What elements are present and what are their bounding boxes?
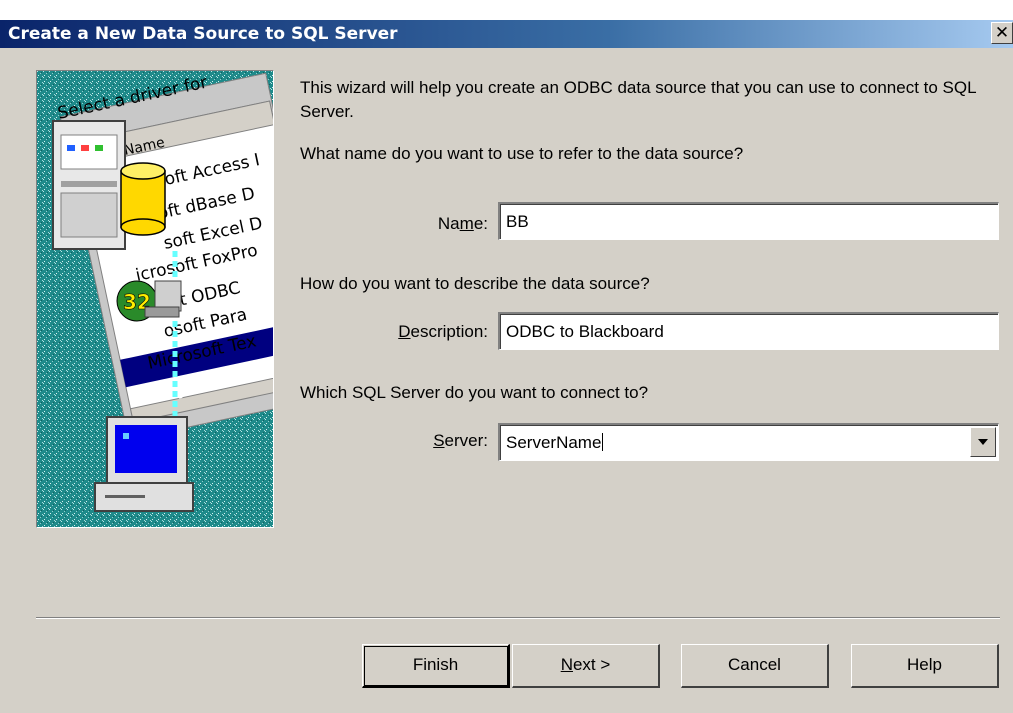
odbc32-icon: 32 — [116, 280, 182, 322]
server-label: Server: — [433, 431, 488, 450]
background-page-strip — [0, 0, 1013, 20]
name-question: What name do you want to use to refer to… — [300, 144, 744, 163]
server-combobox[interactable]: ServerName — [498, 423, 999, 461]
client-computer-icon — [94, 416, 194, 512]
divider — [36, 617, 1000, 619]
wizard-illustration: Select a driver for Name osoft Access I … — [36, 70, 274, 528]
server-question: Which SQL Server do you want to connect … — [300, 383, 649, 402]
description-question: How do you want to describe the data sou… — [300, 274, 650, 293]
description-label: Description: — [398, 322, 488, 341]
description-field[interactable]: ODBC to Blackboard — [498, 312, 999, 350]
close-button[interactable]: ✕ — [991, 22, 1013, 44]
title-bar[interactable]: Create a New Data Source to SQL Server ✕ — [0, 20, 1013, 48]
finish-button[interactable]: Finish — [362, 644, 510, 688]
next-button[interactable]: Next > — [512, 644, 660, 688]
help-button[interactable]: Help — [851, 644, 999, 688]
name-label: Name: — [437, 214, 488, 233]
name-field[interactable]: BB — [498, 202, 999, 240]
cancel-button[interactable]: Cancel — [681, 644, 829, 688]
text-caret — [602, 433, 604, 451]
close-icon: ✕ — [994, 23, 1010, 43]
database-icon — [120, 162, 166, 236]
window-title: Create a New Data Source to SQL Server — [8, 24, 398, 44]
server-icon — [52, 120, 126, 250]
chevron-down-icon[interactable] — [970, 427, 996, 457]
intro-text: This wizard will help you create an ODBC… — [300, 78, 976, 121]
